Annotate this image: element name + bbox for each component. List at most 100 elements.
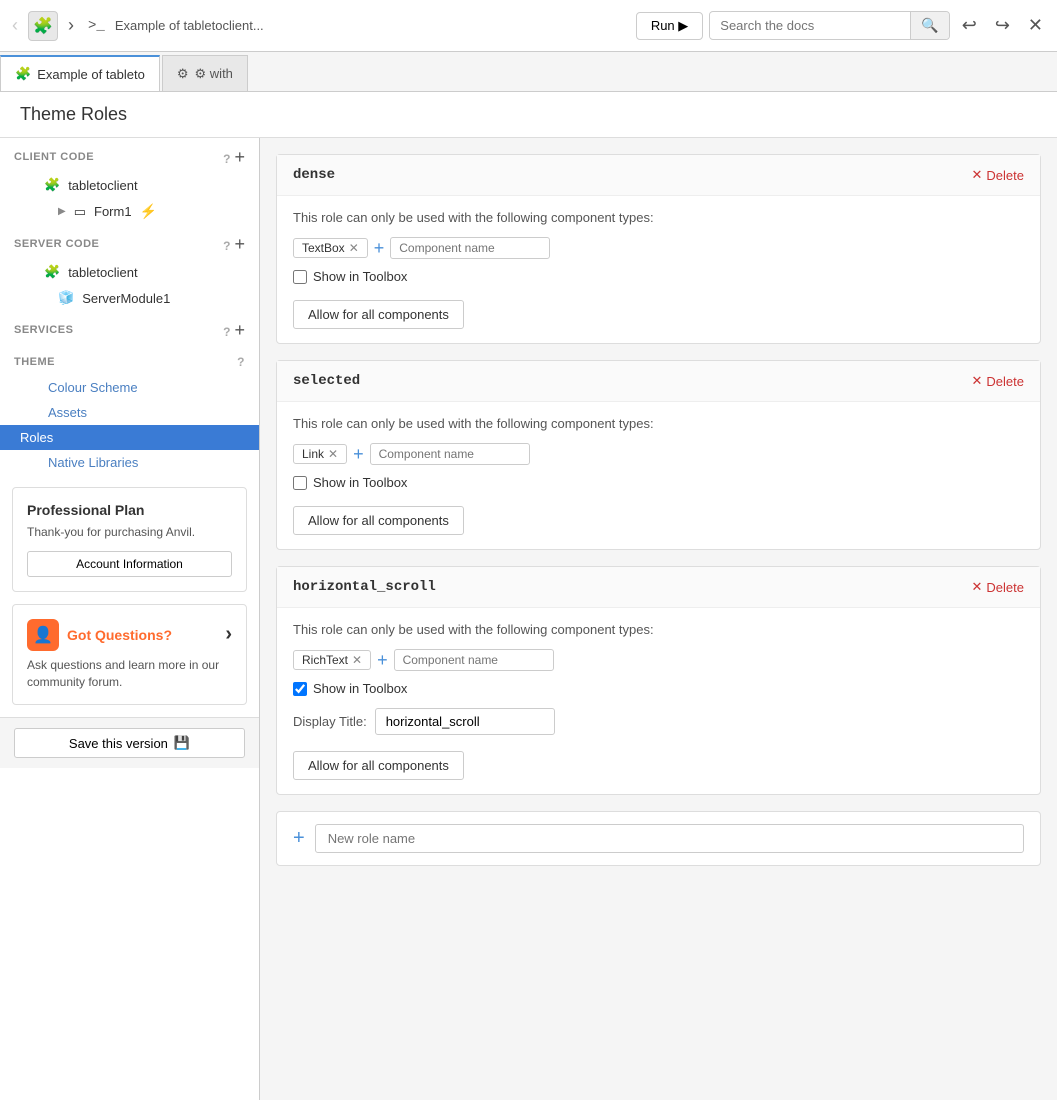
- component-tags-hscroll: RichText ✕ +: [293, 649, 1024, 671]
- search-input[interactable]: [710, 13, 910, 38]
- services-label: SERVICES: [14, 324, 73, 336]
- cube-icon: 🧩: [44, 177, 60, 193]
- add-component-hscroll-button[interactable]: +: [377, 651, 388, 669]
- sidebar-item-native-libraries[interactable]: Native Libraries: [0, 450, 259, 475]
- role-desc-hscroll: This role can only be used with the foll…: [293, 622, 1024, 637]
- add-component-dense-button[interactable]: +: [374, 239, 385, 257]
- role-card-header-selected: selected ✕ Delete: [277, 361, 1040, 402]
- app-icon: 🧩: [28, 11, 58, 41]
- sidebar-item-assets[interactable]: Assets: [0, 400, 259, 425]
- tab-settings[interactable]: ⚙ ⚙ with: [162, 55, 248, 91]
- close-button[interactable]: ✕: [1022, 11, 1049, 40]
- server-code-label: SERVER CODE: [14, 238, 99, 250]
- role-desc-dense: This role can only be used with the foll…: [293, 210, 1024, 225]
- run-label: Run ▶: [651, 18, 688, 34]
- toolbox-hscroll-checkbox[interactable]: [293, 682, 307, 696]
- component-input-selected[interactable]: [370, 443, 530, 465]
- questions-card: 👤 Got Questions? › Ask questions and lea…: [12, 604, 247, 706]
- delete-selected-button[interactable]: ✕ Delete: [972, 373, 1024, 389]
- allow-all-hscroll-button[interactable]: Allow for all components: [293, 751, 464, 780]
- component-input-dense[interactable]: [390, 237, 550, 259]
- tabletoclient1-label: tabletoclient: [68, 178, 137, 193]
- save-bar: Save this version 💾: [0, 717, 259, 768]
- questions-title: Got Questions?: [67, 627, 172, 643]
- questions-header: 👤 Got Questions? ›: [27, 619, 232, 651]
- tab-settings-label: ⚙ with: [195, 66, 233, 82]
- role-card-horizontal-scroll: horizontal_scroll ✕ Delete This role can…: [276, 566, 1041, 795]
- server-module-label: ServerModule1: [82, 291, 170, 306]
- tag-link: Link ✕: [293, 444, 347, 464]
- server-code-section: SERVER CODE ? +: [0, 225, 259, 259]
- client-code-add-button[interactable]: +: [234, 148, 245, 166]
- sidebar-item-roles[interactable]: Roles: [0, 425, 259, 450]
- show-in-toolbox-hscroll: Show in Toolbox: [293, 681, 1024, 696]
- toolbox-dense-checkbox[interactable]: [293, 270, 307, 284]
- services-help-icon[interactable]: ?: [223, 325, 231, 339]
- sidebar-item-tabletoclient1[interactable]: 🧩 tabletoclient: [0, 172, 259, 198]
- native-libraries-label: Native Libraries: [48, 455, 138, 470]
- theme-section: THEME ?: [0, 345, 259, 375]
- assets-label: Assets: [48, 405, 87, 420]
- account-information-button[interactable]: Account Information: [27, 551, 232, 577]
- questions-text: Ask questions and learn more in our comm…: [27, 657, 232, 691]
- questions-arrow-icon[interactable]: ›: [225, 623, 232, 646]
- run-button[interactable]: Run ▶: [636, 12, 703, 40]
- back-button[interactable]: ‹: [8, 11, 22, 40]
- sidebar-item-tabletoclient2[interactable]: 🧩 tabletoclient: [0, 259, 259, 285]
- component-input-hscroll[interactable]: [394, 649, 554, 671]
- forward-button[interactable]: ›: [64, 11, 78, 40]
- remove-link-button[interactable]: ✕: [328, 447, 338, 461]
- delete-icon2: ✕: [972, 373, 983, 389]
- role-card-dense: dense ✕ Delete This role can only be use…: [276, 154, 1041, 344]
- cube-icon2: 🧩: [44, 264, 60, 280]
- toolbox-dense-label[interactable]: Show in Toolbox: [313, 269, 407, 284]
- undo-button[interactable]: ↩: [956, 11, 983, 40]
- main-content: dense ✕ Delete This role can only be use…: [260, 138, 1057, 1100]
- role-desc-selected: This role can only be used with the foll…: [293, 416, 1024, 431]
- services-add-button[interactable]: +: [234, 321, 245, 339]
- display-title-input[interactable]: [375, 708, 555, 735]
- display-title-row: Display Title:: [293, 708, 1024, 735]
- terminal-icon: >_: [84, 18, 109, 34]
- form1-label: Form1: [94, 204, 132, 219]
- remove-richtext-button[interactable]: ✕: [352, 653, 362, 667]
- save-button[interactable]: Save this version 💾: [14, 728, 245, 758]
- client-code-help-icon[interactable]: ?: [223, 152, 231, 166]
- show-in-toolbox-selected: Show in Toolbox: [293, 475, 1024, 490]
- role-card-header-hscroll: horizontal_scroll ✕ Delete: [277, 567, 1040, 608]
- role-card-header-dense: dense ✕ Delete: [277, 155, 1040, 196]
- new-role-input[interactable]: [315, 824, 1024, 853]
- client-code-label: CLIENT CODE: [14, 151, 94, 163]
- app-title: Example of tabletoclient...: [115, 18, 630, 33]
- server-code-help-icon[interactable]: ?: [223, 239, 231, 253]
- redo-button[interactable]: ↪: [989, 11, 1016, 40]
- allow-all-dense-button[interactable]: Allow for all components: [293, 300, 464, 329]
- plan-text: Thank-you for purchasing Anvil.: [27, 524, 232, 541]
- role-name-hscroll: horizontal_scroll: [293, 579, 436, 595]
- toolbox-selected-label[interactable]: Show in Toolbox: [313, 475, 407, 490]
- toolbox-hscroll-label[interactable]: Show in Toolbox: [313, 681, 407, 696]
- server-code-add-button[interactable]: +: [234, 235, 245, 253]
- colour-scheme-label: Colour Scheme: [48, 380, 138, 395]
- server-module-icon: 🧊: [58, 290, 74, 306]
- sidebar-item-colour-scheme[interactable]: Colour Scheme: [0, 375, 259, 400]
- tab-main-label: Example of tableto: [37, 67, 145, 82]
- sidebar-item-form1[interactable]: ▶ ▭ Form1 ⚡: [0, 198, 259, 225]
- role-card-selected: selected ✕ Delete This role can only be …: [276, 360, 1041, 550]
- search-button[interactable]: 🔍: [910, 12, 948, 39]
- theme-help-icon[interactable]: ?: [237, 355, 245, 369]
- remove-textbox-button[interactable]: ✕: [349, 241, 359, 255]
- main-layout: CLIENT CODE ? + 🧩 tabletoclient ▶ ▭ Form…: [0, 138, 1057, 1100]
- toolbox-selected-checkbox[interactable]: [293, 476, 307, 490]
- show-in-toolbox-dense: Show in Toolbox: [293, 269, 1024, 284]
- delete-icon3: ✕: [972, 579, 983, 595]
- delete-icon: ✕: [972, 167, 983, 183]
- allow-all-selected-button[interactable]: Allow for all components: [293, 506, 464, 535]
- add-component-selected-button[interactable]: +: [353, 445, 364, 463]
- chevron-right-icon: ▶: [58, 206, 66, 217]
- delete-dense-button[interactable]: ✕ Delete: [972, 167, 1024, 183]
- tab-main[interactable]: 🧩 Example of tableto: [0, 55, 160, 91]
- add-role-button[interactable]: +: [293, 827, 305, 850]
- delete-hscroll-button[interactable]: ✕ Delete: [972, 579, 1024, 595]
- sidebar-item-servermodule[interactable]: 🧊 ServerModule1: [0, 285, 259, 311]
